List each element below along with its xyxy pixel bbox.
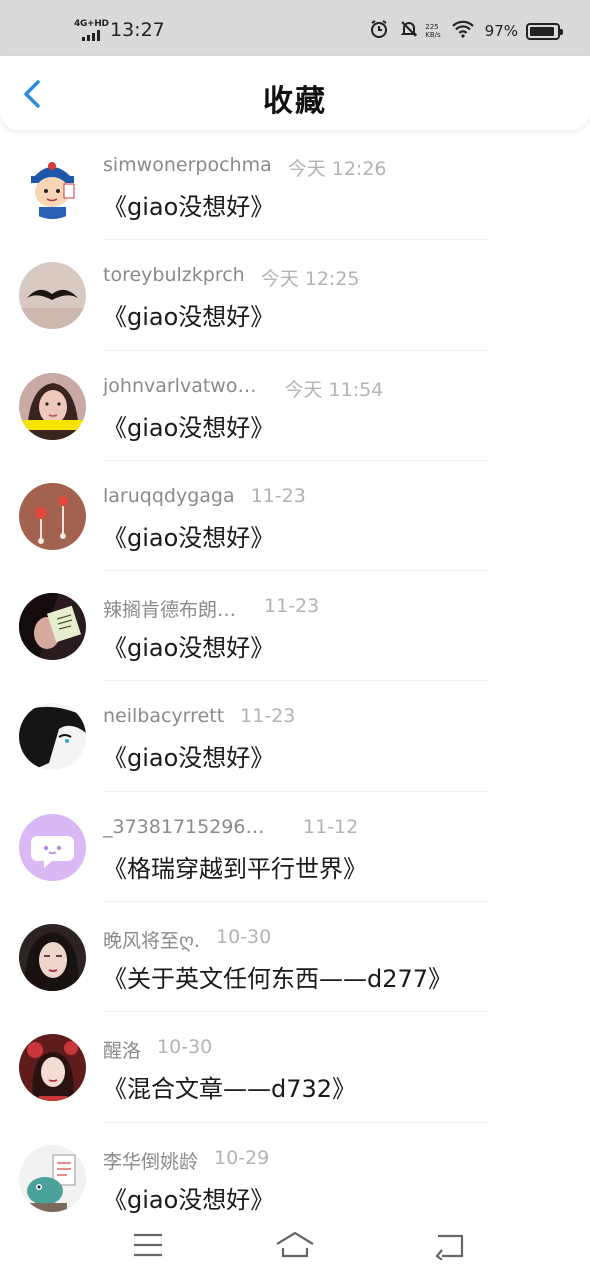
list-item[interactable]: laruqqdygaga 11-23 《giao没想好》 [0, 461, 590, 572]
list-item[interactable]: 醒洛 10-30 《混合文章——d732》 [0, 1012, 590, 1123]
favorite-time: 今天 12:26 [287, 158, 387, 180]
article-title[interactable]: 《giao没想好》 [103, 1180, 274, 1215]
article-title[interactable]: 《关于英文任何东西——d277》 [103, 959, 452, 994]
network-type: 4G+HD [74, 19, 109, 29]
alarm-icon [369, 19, 389, 44]
author-name[interactable]: simwonerpochma [103, 154, 272, 176]
article-title[interactable]: 《giao没想好》 [103, 297, 274, 332]
list-item[interactable]: toreybulzkprch 今天 12:25 《giao没想好》 [0, 240, 590, 351]
favorites-list: simwonerpochma 今天 12:26 《giao没想好》 toreybu… [0, 130, 590, 1233]
status-time: 13:27 [110, 19, 165, 41]
back-nav-button[interactable] [430, 1230, 470, 1261]
list-item[interactable]: 李华倒姚龄 10-29 《giao没想好》 [0, 1123, 590, 1233]
favorite-time: 10-30 [157, 1036, 213, 1059]
avatar [19, 152, 86, 219]
avatar [19, 482, 86, 550]
author-name[interactable]: johnvarlvatwo… [103, 375, 256, 397]
author-name[interactable]: neilbacyrrett [103, 705, 224, 727]
article-title[interactable]: 《混合文章——d732》 [103, 1069, 356, 1104]
menu-button[interactable] [128, 1230, 168, 1260]
list-item[interactable]: johnvarlvatwo… 今天 11:54 《giao没想好》 [0, 351, 590, 461]
mute-bell-icon [399, 19, 419, 44]
menu-icon [134, 1233, 162, 1257]
speed-value: 225 [425, 23, 439, 31]
network-speed: 225 KB/s [425, 23, 440, 39]
list-item[interactable]: neilbacyrrett 11-23 《giao没想好》 [0, 681, 590, 792]
article-title[interactable]: 《giao没想好》 [103, 628, 274, 663]
battery-percent: 97% [484, 22, 518, 40]
article-title[interactable]: 《格瑞穿越到平行世界》 [103, 849, 367, 884]
favorite-time: 10-29 [214, 1146, 270, 1169]
cellular-signal-icon: 4G+HD [74, 19, 109, 43]
avatar [19, 262, 86, 330]
avatar [19, 924, 86, 992]
article-title[interactable]: 《giao没想好》 [103, 518, 274, 553]
author-name[interactable]: 辣搁肯德布朗… [103, 595, 236, 622]
author-name[interactable]: _373817152964… [103, 816, 275, 838]
favorite-time: 10-30 [215, 926, 272, 949]
list-item[interactable]: 辣搁肯德布朗… 11-23 《giao没想好》 [0, 571, 590, 682]
favorite-time: 今天 12:25 [260, 268, 360, 291]
system-nav-bar [0, 1218, 590, 1280]
favorite-time: 11-23 [250, 484, 306, 507]
battery-icon [526, 22, 563, 40]
favorite-time: 11-23 [240, 705, 296, 728]
list-item[interactable]: 晚风将至ღ. 10-30 《关于英文任何东西——d277》 [0, 902, 590, 1013]
author-name[interactable]: toreybulzkprch [103, 264, 245, 286]
author-name[interactable]: 李华倒姚龄 [103, 1147, 198, 1174]
list-item[interactable]: _373817152964… 11-12 《格瑞穿越到平行世界》 [0, 792, 590, 903]
favorite-time: 11-12 [303, 815, 359, 838]
article-title[interactable]: 《giao没想好》 [103, 738, 274, 773]
avatar [19, 1144, 86, 1212]
home-button[interactable] [275, 1230, 315, 1260]
return-icon [435, 1234, 464, 1261]
author-name[interactable]: 醒洛 [103, 1036, 141, 1063]
author-name[interactable]: 晚风将至ღ. [103, 926, 200, 953]
status-bar: 4G+HD 13:27 225 KB/s 97% [0, 0, 590, 56]
favorite-time: 今天 11:54 [284, 378, 384, 401]
home-icon [276, 1231, 314, 1258]
avatar [19, 1034, 86, 1102]
article-title[interactable]: 《giao没想好》 [103, 408, 274, 443]
avatar [19, 813, 86, 881]
list-item[interactable]: simwonerpochma 今天 12:26 《giao没想好》 [0, 130, 590, 241]
avatar [19, 703, 86, 771]
article-title[interactable]: 《giao没想好》 [103, 187, 274, 222]
avatar [19, 593, 86, 661]
avatar [19, 372, 86, 440]
app-header: 收藏 [0, 56, 590, 130]
wifi-icon [451, 20, 475, 43]
author-name[interactable]: laruqqdygaga [103, 485, 235, 507]
page-title: 收藏 [263, 84, 327, 119]
speed-unit: KB/s [425, 31, 441, 39]
favorite-time: 11-23 [264, 595, 320, 618]
